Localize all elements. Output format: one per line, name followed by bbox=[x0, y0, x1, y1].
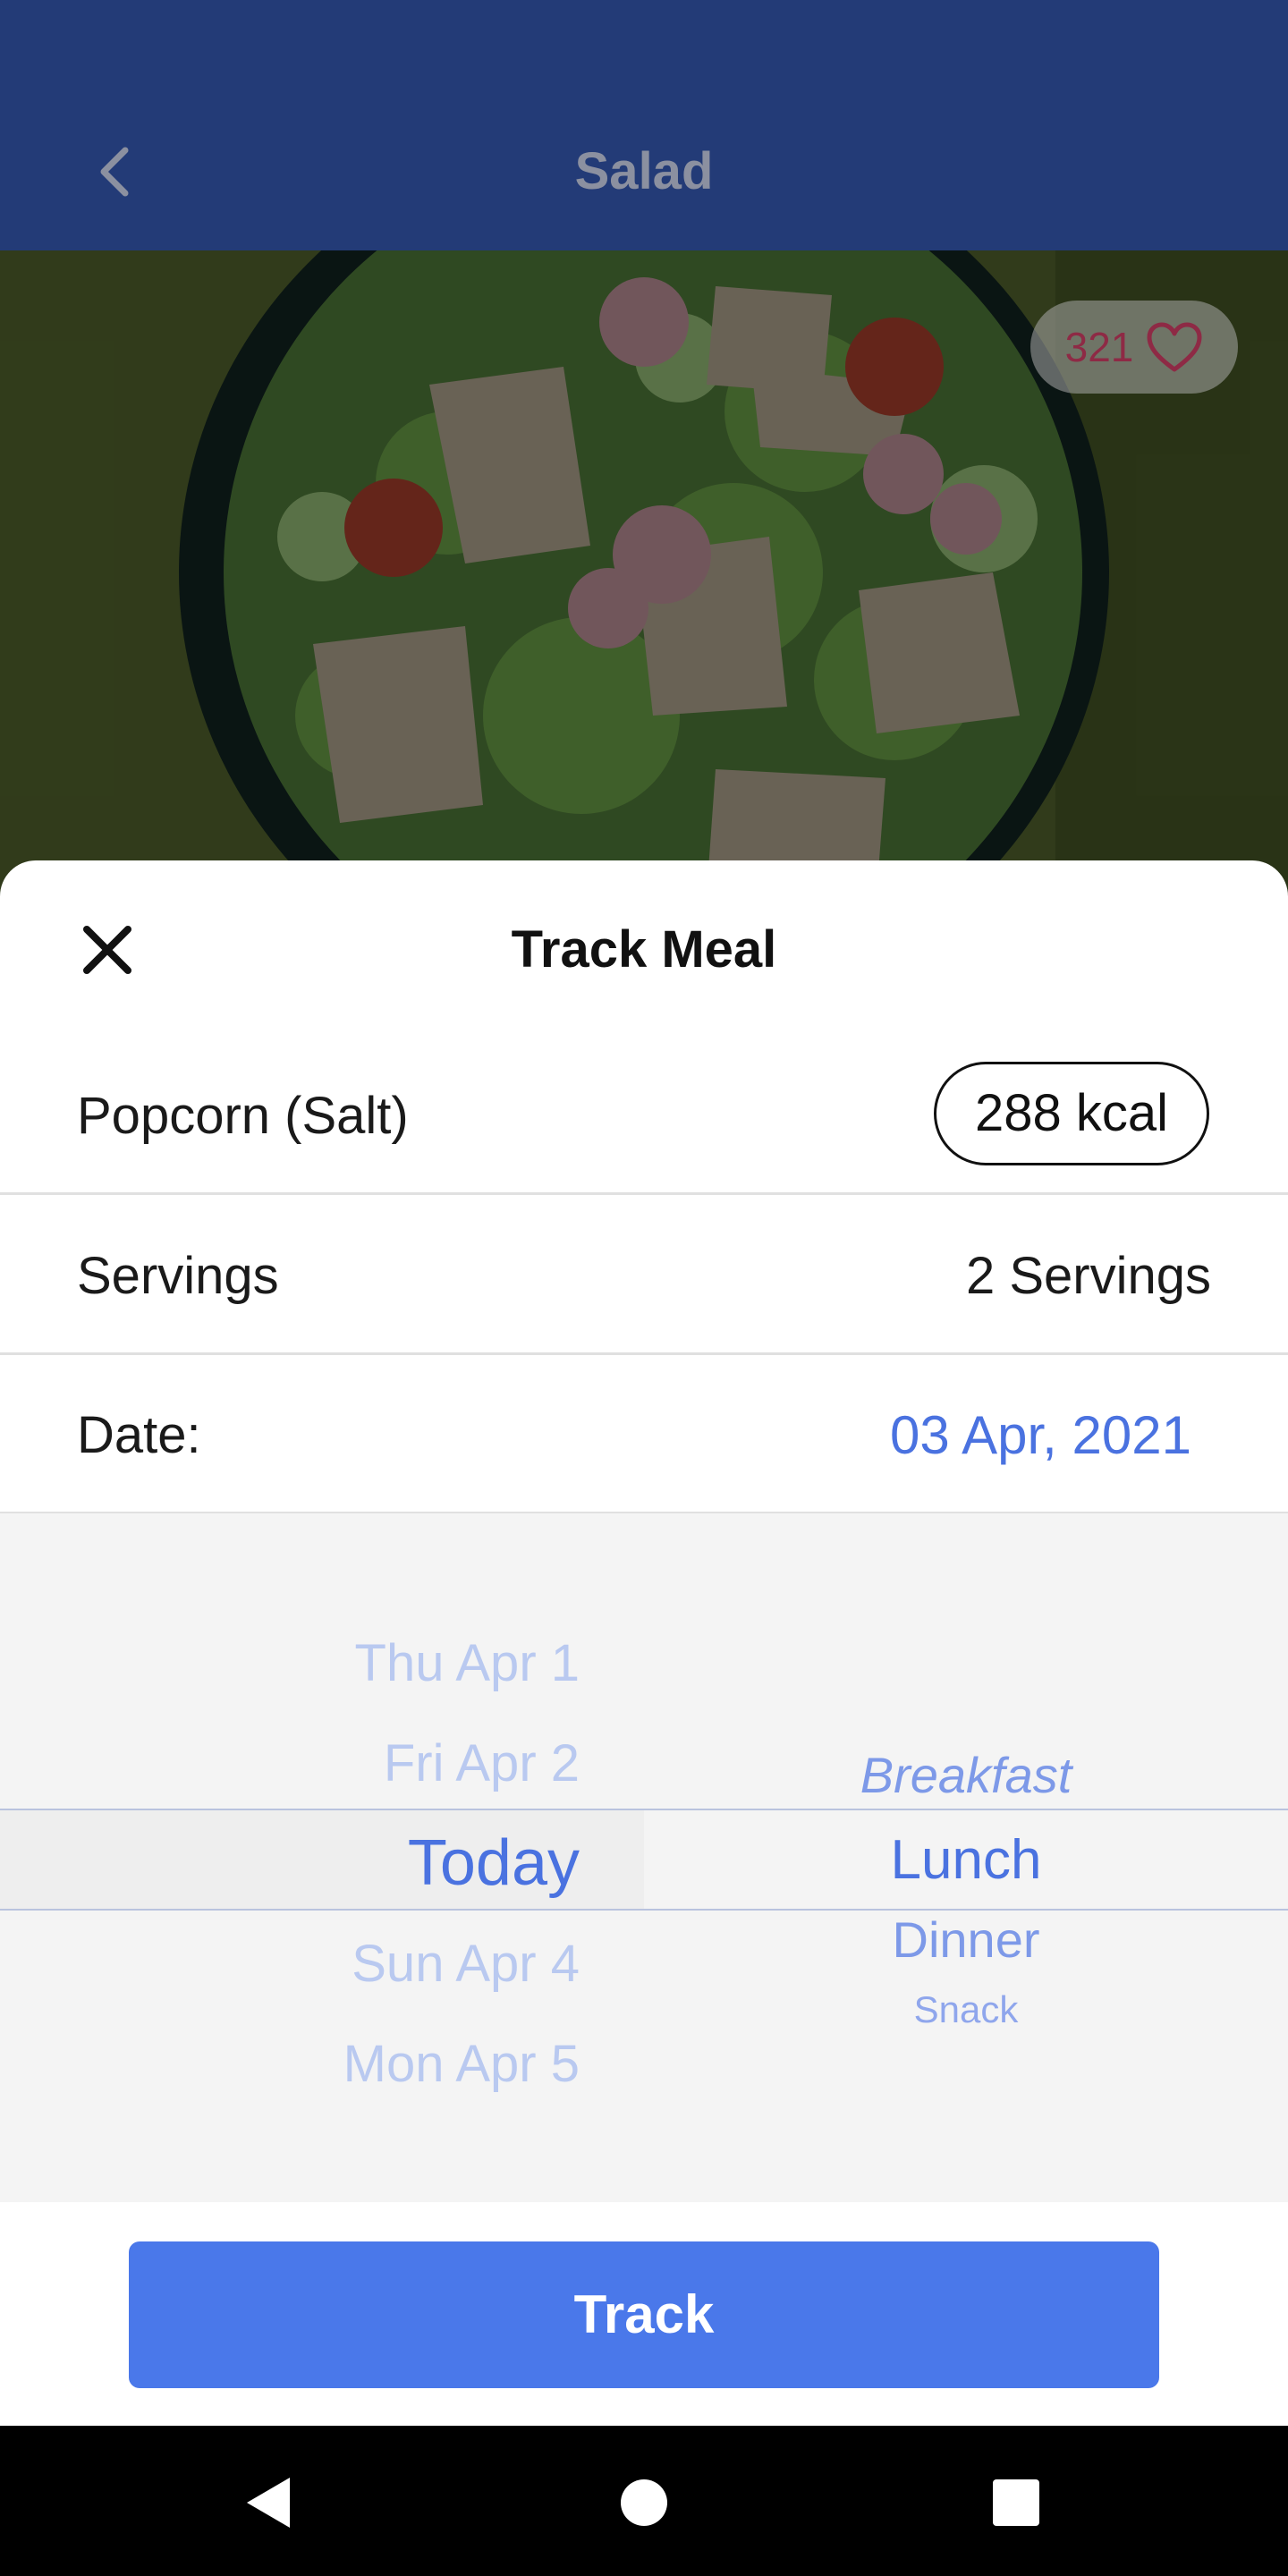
nav-back-icon[interactable] bbox=[242, 2474, 295, 2531]
servings-label: Servings bbox=[77, 1247, 279, 1305]
date-option[interactable]: Thu Apr 1 bbox=[0, 1628, 580, 1699]
date-selection-line-bottom bbox=[0, 1909, 644, 1911]
meal-option[interactable]: Breakfast bbox=[644, 1746, 1288, 1805]
track-button[interactable]: Track bbox=[129, 2241, 1159, 2388]
meal-option[interactable]: Snack bbox=[644, 1987, 1288, 2032]
page-title: Salad bbox=[574, 142, 714, 200]
like-counter[interactable]: 321 bbox=[1030, 301, 1238, 394]
like-count: 321 bbox=[1064, 324, 1134, 370]
date-option-selected[interactable]: Today bbox=[0, 1825, 580, 1902]
date-option[interactable]: Sun Apr 4 bbox=[0, 1928, 580, 2000]
app-bar bbox=[0, 0, 1288, 250]
divider bbox=[0, 1352, 1288, 1355]
meal-option[interactable]: Dinner bbox=[644, 1911, 1288, 1970]
servings-value[interactable]: 2 Servings bbox=[966, 1241, 1211, 1312]
calorie-badge: 288 kcal bbox=[934, 1062, 1209, 1165]
nav-recents-icon[interactable] bbox=[991, 2478, 1041, 2528]
meal-selection-line-top bbox=[644, 1809, 1288, 1810]
food-name: Popcorn (Salt) bbox=[77, 1087, 409, 1145]
date-option[interactable]: Fri Apr 2 bbox=[0, 1728, 580, 1800]
system-nav-bar bbox=[0, 2426, 1288, 2576]
heart-icon bbox=[1147, 322, 1202, 372]
divider bbox=[0, 1192, 1288, 1195]
meal-option-selected[interactable]: Lunch bbox=[644, 1828, 1288, 1893]
date-value[interactable]: 03 Apr, 2021 bbox=[890, 1400, 1191, 1471]
nav-home-icon[interactable] bbox=[617, 2476, 671, 2529]
sheet-title: Track Meal bbox=[511, 920, 777, 979]
date-option[interactable]: Mon Apr 5 bbox=[0, 2029, 580, 2100]
date-label: Date: bbox=[77, 1406, 201, 1464]
